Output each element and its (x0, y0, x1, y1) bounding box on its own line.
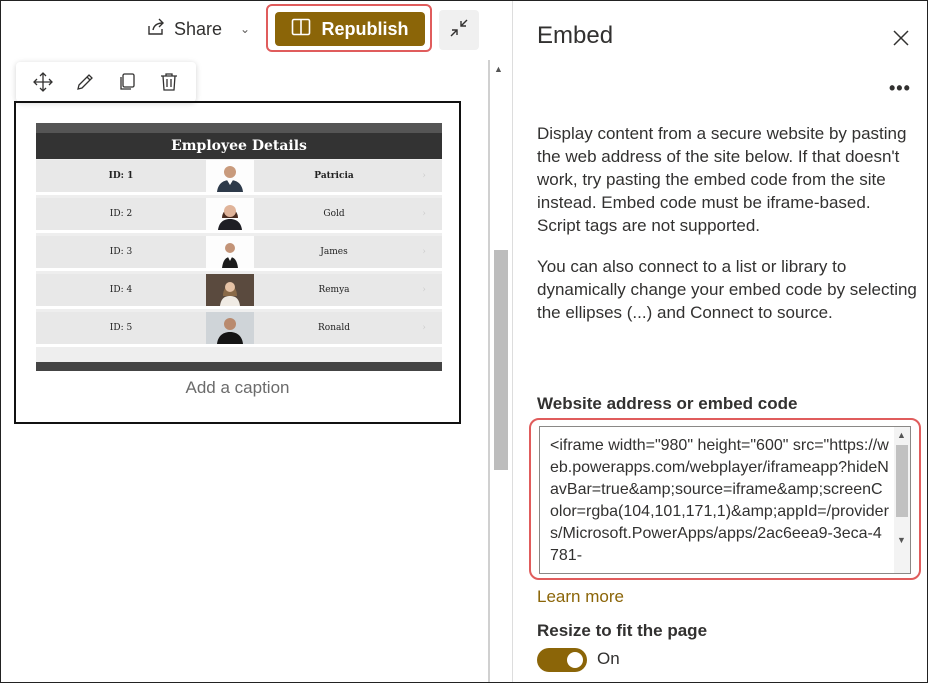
scroll-thumb[interactable] (494, 250, 508, 470)
chevron-right-icon[interactable]: › (414, 209, 434, 219)
employee-id: ID: 1 (108, 171, 134, 181)
share-button[interactable]: Share ⌄ (146, 14, 250, 44)
employee-row[interactable]: ID: 4 Remya › (36, 274, 442, 309)
employee-name: James (320, 247, 348, 257)
embed-webpart[interactable]: Employee Details ID: 1 Patricia › ID: 2 … (14, 101, 461, 424)
employee-name: Ronald (318, 323, 350, 333)
employee-photo (206, 160, 254, 192)
employee-row[interactable]: ID: 2 Gold › (36, 198, 442, 233)
embed-code-value: <iframe width="980" height="600" src="ht… (550, 437, 889, 564)
embed-description: Display content from a secure website by… (537, 124, 907, 235)
chevron-down-icon[interactable]: ⌄ (240, 22, 250, 36)
employee-name: Gold (323, 209, 345, 219)
chevron-right-icon[interactable]: › (414, 171, 434, 181)
employee-id: ID: 2 (109, 209, 133, 219)
delete-icon[interactable] (155, 68, 183, 96)
scroll-up-icon[interactable]: ▲ (897, 430, 906, 440)
powerapps-embedded-app[interactable]: Employee Details ID: 1 Patricia › ID: 2 … (36, 123, 442, 371)
edit-pencil-icon[interactable] (71, 68, 99, 96)
scroll-up-icon[interactable]: ▲ (494, 64, 503, 74)
embed-code-highlight: <iframe width="980" height="600" src="ht… (529, 418, 921, 580)
employee-id: ID: 3 (109, 247, 133, 257)
embed-property-pane: Embed ••• Display content from a secure … (512, 0, 928, 683)
share-label: Share (174, 18, 223, 39)
employee-name: Patricia (314, 171, 354, 181)
book-icon (291, 18, 311, 41)
more-options-icon[interactable]: ••• (889, 78, 911, 99)
republish-label: Republish (321, 18, 409, 39)
employee-id: ID: 5 (109, 323, 133, 333)
resize-toggle[interactable] (537, 648, 587, 672)
app-title: Employee Details (36, 133, 442, 159)
employee-photo (206, 274, 254, 306)
employee-id: ID: 4 (109, 285, 133, 295)
close-icon[interactable] (891, 28, 911, 48)
collapse-button[interactable] (439, 10, 479, 50)
caption-input[interactable]: Add a caption (16, 378, 459, 398)
embed-code-textarea[interactable]: <iframe width="980" height="600" src="ht… (539, 426, 911, 574)
duplicate-icon[interactable] (113, 68, 141, 96)
canvas-scrollbar[interactable]: ▲ (488, 60, 510, 683)
scroll-down-icon[interactable]: ▼ (897, 535, 906, 545)
employee-name: Remya (318, 285, 350, 295)
app-top-bar (36, 123, 442, 133)
collapse-icon (448, 17, 470, 44)
app-bottom-bar (36, 362, 442, 371)
share-icon (146, 17, 166, 42)
employee-photo (206, 312, 254, 344)
webpart-toolbar (16, 62, 196, 102)
resize-label: Resize to fit the page (537, 621, 708, 640)
chevron-right-icon[interactable]: › (414, 285, 434, 295)
toggle-knob (567, 652, 583, 668)
move-icon[interactable] (29, 68, 57, 96)
toggle-state-label: On (597, 649, 620, 668)
employee-row[interactable]: ID: 5 Ronald › (36, 312, 442, 347)
employee-photo (206, 236, 254, 268)
employee-photo (206, 198, 254, 230)
employee-row[interactable]: ID: 1 Patricia › (36, 160, 442, 195)
republish-button[interactable]: Republish (275, 12, 425, 46)
textarea-scroll-thumb[interactable] (896, 445, 908, 517)
learn-more-link[interactable]: Learn more (537, 587, 624, 607)
embed-code-label: Website address or embed code (537, 394, 798, 413)
chevron-right-icon[interactable]: › (414, 247, 434, 257)
connect-source-description: You can also connect to a list or librar… (537, 257, 917, 322)
panel-title: Embed (537, 22, 614, 49)
republish-highlight: Republish (266, 4, 432, 52)
chevron-right-icon[interactable]: › (414, 323, 434, 333)
page-canvas: Share ⌄ Republish Employee Details ID: 1… (0, 0, 510, 683)
textarea-scrollbar[interactable]: ▲ ▼ (894, 427, 910, 573)
employee-row[interactable]: ID: 3 James › (36, 236, 442, 271)
